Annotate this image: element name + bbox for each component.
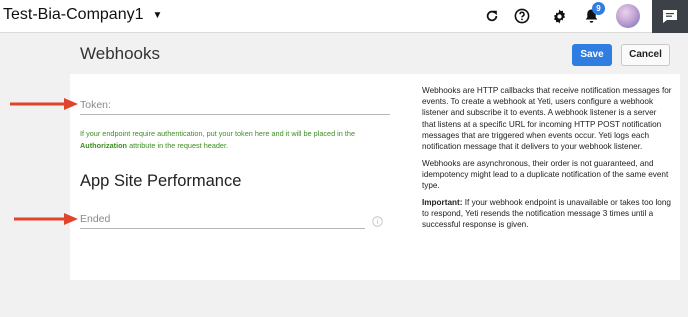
chat-button[interactable] <box>652 0 688 33</box>
annotation-arrow-ended <box>14 213 78 225</box>
notification-badge: 9 <box>592 2 605 15</box>
webhooks-description: Webhooks are HTTP callbacks that receive… <box>422 85 672 236</box>
hint-prefix: If your endpoint require authentication,… <box>80 129 356 138</box>
info-icon[interactable] <box>372 216 383 227</box>
annotation-arrow-token <box>10 98 78 110</box>
help-icon[interactable] <box>513 7 531 25</box>
refresh-icon[interactable] <box>483 7 501 25</box>
token-hint: If your endpoint require authentication,… <box>80 128 390 152</box>
save-button[interactable]: Save <box>572 44 612 66</box>
section-title: App Site Performance <box>80 172 242 190</box>
ended-placeholder: Ended <box>80 213 111 225</box>
company-selector[interactable]: Test-Bia-Company1 ▼ <box>3 6 162 24</box>
top-bar: Test-Bia-Company1 ▼ 9 <box>0 0 688 33</box>
cancel-button[interactable]: Cancel <box>621 44 670 66</box>
caret-down-icon: ▼ <box>152 10 163 21</box>
token-field[interactable]: Token: <box>80 99 390 115</box>
description-paragraph-2: Webhooks are asynchronous, their order i… <box>422 158 669 191</box>
ended-field[interactable]: Ended <box>80 213 365 229</box>
avatar[interactable] <box>616 4 640 28</box>
gear-icon[interactable] <box>550 7 568 25</box>
company-name: Test-Bia-Company1 <box>3 6 144 23</box>
important-label: Important: <box>422 197 463 207</box>
hint-bold: Authorization <box>80 141 128 150</box>
description-paragraph-1: Webhooks are HTTP callbacks that receive… <box>422 86 672 152</box>
token-placeholder: Token: <box>80 99 111 111</box>
chat-icon <box>663 10 677 23</box>
description-paragraph-3: Important: If your webhook endpoint is u… <box>422 197 672 231</box>
page-title: Webhooks <box>80 44 161 63</box>
hint-suffix: attribute in the request header. <box>129 141 229 150</box>
